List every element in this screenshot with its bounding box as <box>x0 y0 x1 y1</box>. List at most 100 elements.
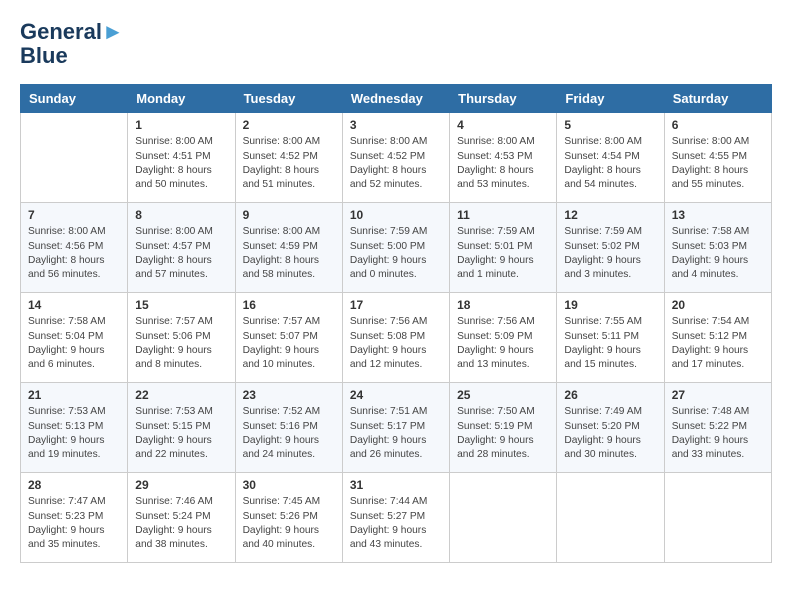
cell-info: Sunrise: 8:00 AM Sunset: 4:53 PM Dayligh… <box>457 135 549 192</box>
cell-info: Sunrise: 8:00 AM Sunset: 4:55 PM Dayligh… <box>672 135 764 192</box>
page-header: General►Blue <box>20 20 772 68</box>
cell-info: Sunrise: 7:51 AM Sunset: 5:17 PM Dayligh… <box>350 405 442 462</box>
cell-info: Sunrise: 7:53 AM Sunset: 5:13 PM Dayligh… <box>28 405 120 462</box>
cell-info: Sunrise: 7:55 AM Sunset: 5:11 PM Dayligh… <box>564 315 656 372</box>
calendar-cell: 9 Sunrise: 8:00 AM Sunset: 4:59 PM Daylig… <box>235 203 342 293</box>
cell-info: Sunrise: 7:48 AM Sunset: 5:22 PM Dayligh… <box>672 405 764 462</box>
calendar-table: SundayMondayTuesdayWednesdayThursdayFrid… <box>20 84 772 563</box>
cell-info: Sunrise: 7:58 AM Sunset: 5:04 PM Dayligh… <box>28 315 120 372</box>
day-number: 21 <box>28 388 120 402</box>
calendar-cell: 27 Sunrise: 7:48 AM Sunset: 5:22 PM Dayli… <box>664 383 771 473</box>
calendar-cell: 7 Sunrise: 8:00 AM Sunset: 4:56 PM Daylig… <box>21 203 128 293</box>
day-number: 25 <box>457 388 549 402</box>
cell-info: Sunrise: 7:59 AM Sunset: 5:01 PM Dayligh… <box>457 225 549 282</box>
day-number: 17 <box>350 298 442 312</box>
calendar-cell: 28Sunrise: 7:47 AM Sunset: 5:23 PM Dayli… <box>21 473 128 563</box>
calendar-cell <box>450 473 557 563</box>
cell-info: Sunrise: 7:59 AM Sunset: 5:00 PM Dayligh… <box>350 225 442 282</box>
calendar-cell: 26 Sunrise: 7:49 AM Sunset: 5:20 PM Dayli… <box>557 383 664 473</box>
day-number: 22 <box>135 388 227 402</box>
weekday-header-sunday: Sunday <box>21 85 128 113</box>
weekday-header-thursday: Thursday <box>450 85 557 113</box>
day-number: 26 <box>564 388 656 402</box>
day-number: 31 <box>350 478 442 492</box>
cell-info: Sunrise: 7:58 AM Sunset: 5:03 PM Dayligh… <box>672 225 764 282</box>
logo-text: General►Blue <box>20 20 124 68</box>
calendar-cell: 2 Sunrise: 8:00 AM Sunset: 4:52 PM Daylig… <box>235 113 342 203</box>
cell-info: Sunrise: 7:56 AM Sunset: 5:08 PM Dayligh… <box>350 315 442 372</box>
day-number: 8 <box>135 208 227 222</box>
cell-info: Sunrise: 7:56 AM Sunset: 5:09 PM Dayligh… <box>457 315 549 372</box>
day-number: 7 <box>28 208 120 222</box>
cell-info: Sunrise: 7:46 AM Sunset: 5:24 PM Dayligh… <box>135 495 227 552</box>
calendar-cell <box>21 113 128 203</box>
day-number: 30 <box>243 478 335 492</box>
calendar-cell: 13 Sunrise: 7:58 AM Sunset: 5:03 PM Dayli… <box>664 203 771 293</box>
day-number: 2 <box>243 118 335 132</box>
calendar-cell: 31 Sunrise: 7:44 AM Sunset: 5:27 PM Dayli… <box>342 473 449 563</box>
cell-info: Sunrise: 7:47 AM Sunset: 5:23 PM Dayligh… <box>28 495 120 552</box>
calendar-cell: 11 Sunrise: 7:59 AM Sunset: 5:01 PM Dayli… <box>450 203 557 293</box>
calendar-cell: 1 Sunrise: 8:00 AM Sunset: 4:51 PM Daylig… <box>128 113 235 203</box>
day-number: 11 <box>457 208 549 222</box>
day-number: 5 <box>564 118 656 132</box>
cell-info: Sunrise: 7:45 AM Sunset: 5:26 PM Dayligh… <box>243 495 335 552</box>
calendar-cell: 22Sunrise: 7:53 AM Sunset: 5:15 PM Dayli… <box>128 383 235 473</box>
cell-info: Sunrise: 7:44 AM Sunset: 5:27 PM Dayligh… <box>350 495 442 552</box>
calendar-cell: 15Sunrise: 7:57 AM Sunset: 5:06 PM Dayli… <box>128 293 235 383</box>
calendar-cell: 23 Sunrise: 7:52 AM Sunset: 5:16 PM Dayli… <box>235 383 342 473</box>
cell-info: Sunrise: 8:00 AM Sunset: 4:54 PM Dayligh… <box>564 135 656 192</box>
logo: General►Blue <box>20 20 124 68</box>
cell-info: Sunrise: 7:52 AM Sunset: 5:16 PM Dayligh… <box>243 405 335 462</box>
day-number: 24 <box>350 388 442 402</box>
cell-info: Sunrise: 7:49 AM Sunset: 5:20 PM Dayligh… <box>564 405 656 462</box>
calendar-cell: 4 Sunrise: 8:00 AM Sunset: 4:53 PM Daylig… <box>450 113 557 203</box>
weekday-header-wednesday: Wednesday <box>342 85 449 113</box>
calendar-cell: 5 Sunrise: 8:00 AM Sunset: 4:54 PM Daylig… <box>557 113 664 203</box>
calendar-cell: 21 Sunrise: 7:53 AM Sunset: 5:13 PM Dayli… <box>21 383 128 473</box>
calendar-cell: 12Sunrise: 7:59 AM Sunset: 5:02 PM Dayli… <box>557 203 664 293</box>
calendar-cell <box>664 473 771 563</box>
day-number: 27 <box>672 388 764 402</box>
day-number: 12 <box>564 208 656 222</box>
calendar-cell: 3 Sunrise: 8:00 AM Sunset: 4:52 PM Daylig… <box>342 113 449 203</box>
day-number: 4 <box>457 118 549 132</box>
cell-info: Sunrise: 7:54 AM Sunset: 5:12 PM Dayligh… <box>672 315 764 372</box>
calendar-cell: 8 Sunrise: 8:00 AM Sunset: 4:57 PM Daylig… <box>128 203 235 293</box>
calendar-cell: 18 Sunrise: 7:56 AM Sunset: 5:09 PM Dayli… <box>450 293 557 383</box>
day-number: 13 <box>672 208 764 222</box>
cell-info: Sunrise: 8:00 AM Sunset: 4:57 PM Dayligh… <box>135 225 227 282</box>
weekday-header-monday: Monday <box>128 85 235 113</box>
calendar-cell: 14 Sunrise: 7:58 AM Sunset: 5:04 PM Dayli… <box>21 293 128 383</box>
day-number: 18 <box>457 298 549 312</box>
day-number: 9 <box>243 208 335 222</box>
weekday-header-tuesday: Tuesday <box>235 85 342 113</box>
calendar-cell <box>557 473 664 563</box>
calendar-cell: 25 Sunrise: 7:50 AM Sunset: 5:19 PM Dayli… <box>450 383 557 473</box>
calendar-cell: 17 Sunrise: 7:56 AM Sunset: 5:08 PM Dayli… <box>342 293 449 383</box>
day-number: 29 <box>135 478 227 492</box>
day-number: 14 <box>28 298 120 312</box>
weekday-header-saturday: Saturday <box>664 85 771 113</box>
cell-info: Sunrise: 8:00 AM Sunset: 4:59 PM Dayligh… <box>243 225 335 282</box>
day-number: 23 <box>243 388 335 402</box>
day-number: 3 <box>350 118 442 132</box>
calendar-cell: 29 Sunrise: 7:46 AM Sunset: 5:24 PM Dayli… <box>128 473 235 563</box>
cell-info: Sunrise: 8:00 AM Sunset: 4:52 PM Dayligh… <box>243 135 335 192</box>
day-number: 20 <box>672 298 764 312</box>
calendar-cell: 20 Sunrise: 7:54 AM Sunset: 5:12 PM Dayli… <box>664 293 771 383</box>
day-number: 19 <box>564 298 656 312</box>
day-number: 15 <box>135 298 227 312</box>
cell-info: Sunrise: 8:00 AM Sunset: 4:51 PM Dayligh… <box>135 135 227 192</box>
cell-info: Sunrise: 8:00 AM Sunset: 4:52 PM Dayligh… <box>350 135 442 192</box>
day-number: 10 <box>350 208 442 222</box>
weekday-header-friday: Friday <box>557 85 664 113</box>
calendar-cell: 6 Sunrise: 8:00 AM Sunset: 4:55 PM Daylig… <box>664 113 771 203</box>
cell-info: Sunrise: 8:00 AM Sunset: 4:56 PM Dayligh… <box>28 225 120 282</box>
cell-info: Sunrise: 7:57 AM Sunset: 5:07 PM Dayligh… <box>243 315 335 372</box>
calendar-cell: 24 Sunrise: 7:51 AM Sunset: 5:17 PM Dayli… <box>342 383 449 473</box>
day-number: 1 <box>135 118 227 132</box>
calendar-cell: 16Sunrise: 7:57 AM Sunset: 5:07 PM Dayli… <box>235 293 342 383</box>
day-number: 6 <box>672 118 764 132</box>
cell-info: Sunrise: 7:50 AM Sunset: 5:19 PM Dayligh… <box>457 405 549 462</box>
